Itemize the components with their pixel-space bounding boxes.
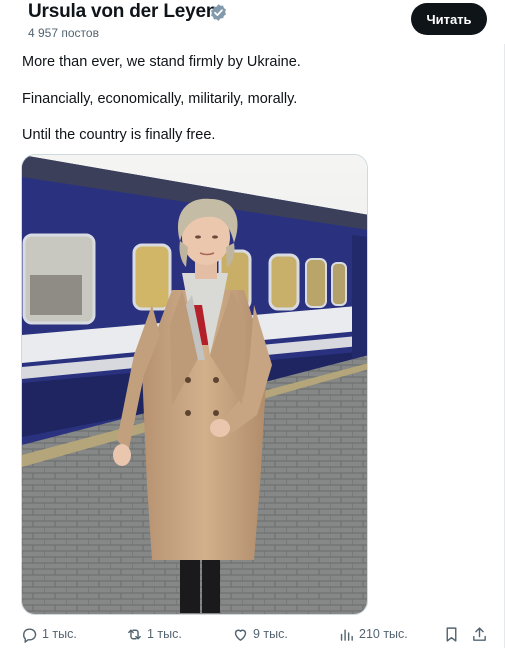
share-button[interactable] xyxy=(471,622,492,646)
views-count: 210 тыс. xyxy=(359,627,408,641)
views-button[interactable]: 210 тыс. xyxy=(338,622,408,646)
bookmark-button[interactable] xyxy=(443,622,464,646)
reply-icon xyxy=(23,627,37,643)
tweet-text-line: Until the country is finally free. xyxy=(22,127,216,143)
reply-button[interactable]: 1 тыс. xyxy=(21,622,77,646)
like-icon xyxy=(234,629,247,641)
post-count: 4 957 постов xyxy=(28,26,99,40)
repost-count: 1 тыс. xyxy=(147,627,182,641)
share-icon xyxy=(473,626,486,641)
bookmark-icon xyxy=(446,626,457,642)
tweet-text-line: Financially, economically, militarily, m… xyxy=(22,91,298,107)
verified-icon xyxy=(211,4,226,21)
profile-name[interactable]: Ursula von der Leyen xyxy=(28,1,217,23)
tweet-text-line: More than ever, we stand firmly by Ukrai… xyxy=(22,54,301,70)
photo-scene xyxy=(22,155,367,614)
follow-button[interactable]: Читать xyxy=(411,3,487,35)
repost-icon xyxy=(128,629,141,639)
timeline-column: Ursula von der Leyen 4 957 постов Читать… xyxy=(0,0,505,648)
like-button[interactable]: 9 тыс. xyxy=(232,622,288,646)
profile-header: Ursula von der Leyen 4 957 постов Читать xyxy=(0,0,505,44)
tweet-actions: 1 тыс. 1 тыс. 9 тыс. 210 тыс. xyxy=(0,622,505,646)
tweet-photo[interactable] xyxy=(21,154,368,615)
repost-button[interactable]: 1 тыс. xyxy=(126,622,182,646)
like-count: 9 тыс. xyxy=(253,627,288,641)
reply-count: 1 тыс. xyxy=(42,627,77,641)
views-icon xyxy=(340,629,353,641)
